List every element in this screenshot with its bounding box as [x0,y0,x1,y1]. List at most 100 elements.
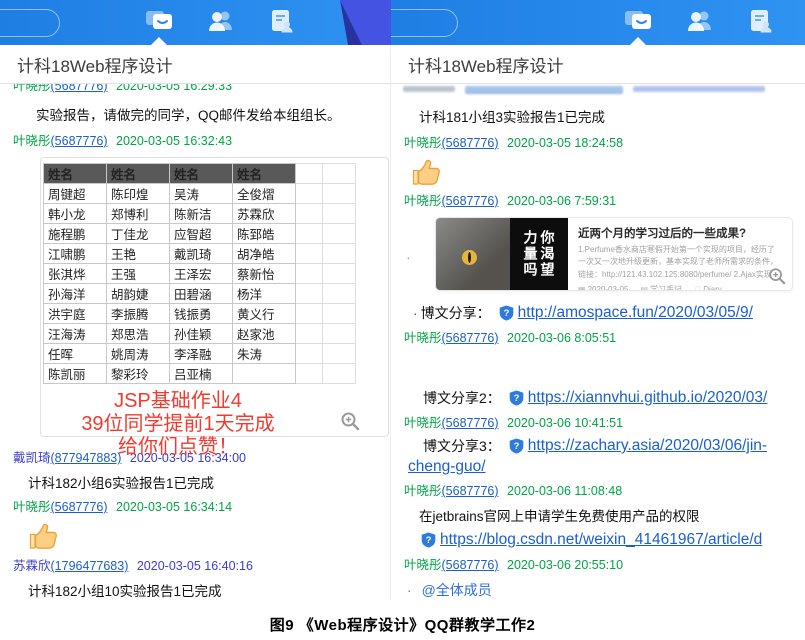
blog-card-row: · 力量吗 你渴望 近两个月的学习过后的一些成果? 1.Perfume香水商店寒… [391,217,805,291]
docs-tab-icon[interactable] [267,8,297,35]
clipped-message-header: 叶晓彤(5687776) 2020-03-05 16:29:33 [0,84,391,95]
table-header-row: 姓名 姓名 姓名 姓名 [44,164,356,184]
table-row: 周键超陈印煌吴涛全俊熠 [44,184,356,204]
contacts-tab-icon[interactable] [206,8,236,35]
sender-name: 叶晓彤 [404,331,442,345]
card-tag: Diary [703,285,722,290]
message-text: 实验报告，请做完的同学，QQ邮件发给本组组长。 [36,104,391,124]
blog-link[interactable]: http://amospace.fun/2020/03/05/9/ [518,304,753,322]
calendar-icon: ▦ [578,285,586,290]
folder-icon: ▤ [640,285,648,290]
svg-text:?: ? [426,535,432,546]
chat-message-list: 计科181小组3实验报告1已完成 叶晓彤(5687776) 2020-03-05… [391,84,805,600]
message-time: 2020-03-05 16:34:14 [116,500,232,514]
message-text: 计科181小组3实验报告1已完成 [419,106,805,126]
card-date: 2020-03-05 [588,285,629,290]
active-tab-pointer [630,37,646,45]
svg-text:?: ? [513,441,519,452]
messages-tab-icon[interactable] [144,8,174,35]
table-row: 韩小龙郑博利陈新洁苏霖欣 [44,204,356,224]
magnifier-icon[interactable] [768,267,786,285]
message-header: 叶晓彤(5687776) 2020-03-06 10:41:51 [404,412,805,431]
sender-uin-link[interactable]: (5687776) [51,500,108,514]
blog-link-wrap[interactable]: cheng-guo/ [408,458,486,475]
csdn-link[interactable]: https://blog.csdn.net/weixin_41461967/ar… [440,531,762,549]
blog-share-row-3: 博文分享3： ? https://zachary.asia/2020/03/06… [423,436,805,456]
share-label: 博文分享： [421,303,491,323]
table-row: 洪宇庭李振腾钱振勇黄义行 [44,304,356,324]
sender-uin-link[interactable]: (5687776) [442,558,499,572]
cat-photo [436,218,510,290]
message-header: 叶晓彤(5687776) 2020-03-06 7:59:31 [404,190,805,209]
chat-image-roster[interactable]: 姓名 姓名 姓名 姓名 周键超陈印煌吴涛全俊熠 韩小龙郑博利陈新洁苏霖欣 施程鹏… [40,157,389,437]
card-title: 近两个月的学习过后的一些成果? [578,225,782,241]
col-header: 姓名 [107,164,170,184]
sender-uin-link[interactable]: (5687776) [442,416,499,430]
sender-uin-link[interactable]: (1796477683) [51,559,129,573]
search-input[interactable] [0,9,60,37]
share-label: 博文分享3： [423,436,501,456]
thumbs-up-sticker[interactable] [409,155,443,188]
docs-tab-icon[interactable] [746,8,776,35]
sender-uin-link[interactable]: (5687776) [442,484,499,498]
message-header: 叶晓彤(5687776) 2020-03-05 16:34:14 [13,496,391,515]
magnifier-icon[interactable] [340,411,360,431]
table-row: 施程鹏丁佳龙应智超陈郅皓 [44,224,356,244]
sender-uin-link[interactable]: (5687776) [442,194,499,208]
link-continuation: cheng-guo/ [408,458,805,476]
vertical-text-left: 力量吗 [524,230,538,278]
message-time: 2020-03-05 16:40:16 [137,559,253,573]
sender-name: 苏霖欣 [13,559,51,573]
message-time: 2020-03-05 18:24:58 [507,136,623,150]
col-header: 姓名 [233,164,296,184]
sender-name: 叶晓彤 [13,134,51,148]
poster-text-panel: 力量吗 你渴望 [510,218,568,290]
group-title: 计科18Web程序设计 [391,45,805,84]
mention-all-link[interactable]: @全体成员 [422,582,492,598]
blog-link[interactable]: https://xiannvhui.github.io/2020/03/ [528,389,768,407]
blog-link[interactable]: https://zachary.asia/2020/03/06/jin- [528,437,767,455]
messages-tab-icon[interactable] [623,8,653,35]
figure-caption: 图9 《Web程序设计》QQ群教学工作2 [0,614,805,635]
table-row: 江啸鹏王艳戴凯琦胡净皓 [44,244,356,264]
sender-uin-link[interactable]: (5687776) [442,136,499,150]
sender-name: 叶晓彤 [404,194,442,208]
table-row: 陈凯丽黎彩玲吕亚楠 [44,364,356,384]
mention-row: · @全体成员 [407,580,805,600]
csdn-link-row: ? https://blog.csdn.net/weixin_41461967/… [421,531,805,549]
message-text: 计科182小组10实验报告1已完成 [28,580,391,600]
chat-window-left: 计科18Web程序设计 叶晓彤(5687776) 2020-03-05 16:2… [0,0,391,604]
card-excerpt: 1.Perfume香水商店寒假开始第一个实现的项目，经历了一次又一次地升级更新，… [578,244,782,281]
chat-message-list: 叶晓彤(5687776) 2020-03-05 16:29:33 实验报告，请做… [0,84,391,604]
thumbs-up-sticker[interactable] [26,519,60,552]
qq-header [0,0,391,45]
table-row: 汪海涛郑思浩孙佳颖赵家池 [44,324,356,344]
group-title: 计科18Web程序设计 [0,45,391,84]
card-content: 近两个月的学习过后的一些成果? 1.Perfume香水商店寒假开始第一个实现的项… [568,218,792,290]
search-input[interactable] [391,9,458,37]
sender-uin-link[interactable]: (5687776) [51,134,108,148]
message-text: 计科182小组6实验报告1已完成 [28,472,391,492]
tag-icon: ♡ [694,285,701,290]
card-category: 学习手记 [650,285,682,290]
message-time: 2020-03-05 16:32:43 [116,134,232,148]
message-time: 2020-03-06 11:08:48 [507,484,622,498]
sender-uin-link[interactable]: (5687776) [51,84,108,93]
bullet-dot: · [406,249,411,265]
sender-uin-link[interactable]: (5687776) [442,331,499,345]
screenshot-root: 计科18Web程序设计 叶晓彤(5687776) 2020-03-05 16:2… [0,0,805,640]
question-shield-icon: ? [421,532,436,548]
message-header: 叶晓彤(5687776) 2020-03-06 11:08:48 [404,480,805,499]
blog-share-row-2: 博文分享2： ? https://xiannvhui.github.io/202… [423,388,805,408]
cat-eye [462,250,477,265]
message-text: 在jetbrains官网上申请学生免费使用产品的权限 [419,505,805,525]
sender-name: 叶晓彤 [13,500,51,514]
sender-name: 叶晓彤 [404,136,442,150]
blog-preview-card[interactable]: 力量吗 你渴望 近两个月的学习过后的一些成果? 1.Perfume香水商店寒假开… [435,217,793,291]
svg-text:?: ? [503,308,509,319]
clipped-illegible-row [391,84,805,97]
contacts-tab-icon[interactable] [685,8,715,35]
table-row: 张淇烨王强王泽宏蔡新怡 [44,264,356,284]
message-header: 叶晓彤(5687776) 2020-03-06 8:05:51 [404,327,805,346]
table-row: 孙海洋胡韵婕田碧涵杨洋 [44,284,356,304]
